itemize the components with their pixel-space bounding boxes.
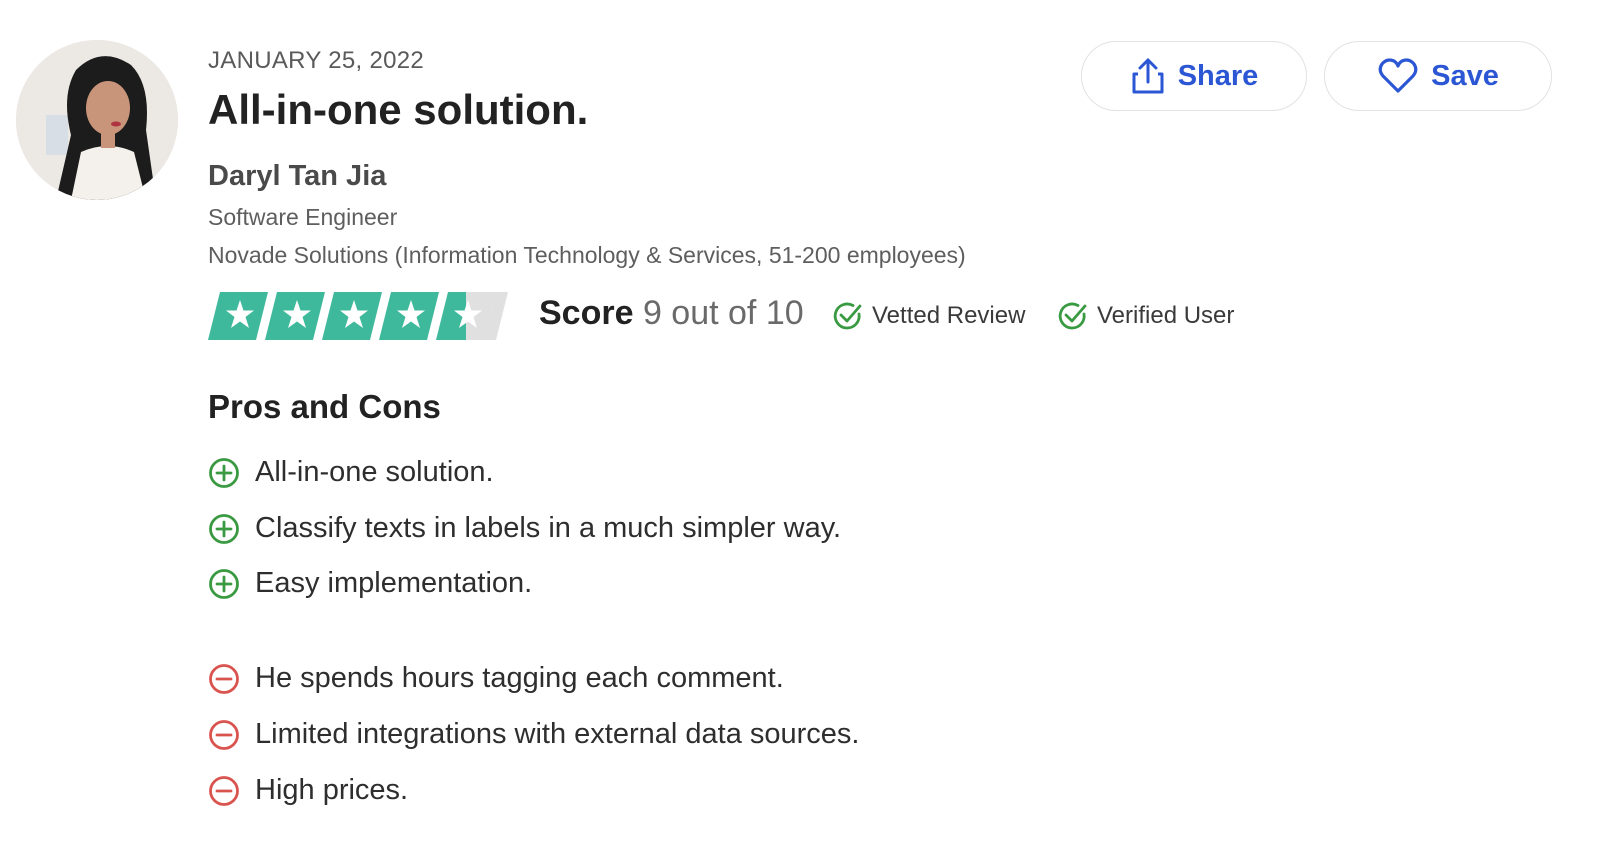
minus-circle-icon	[209, 775, 239, 806]
minus-circle-icon	[209, 719, 239, 750]
star-icon	[379, 292, 439, 340]
reviewer-avatar	[16, 40, 178, 200]
con-item: Limited integrations with external data …	[208, 718, 859, 751]
review-date: JANUARY 25, 2022	[208, 47, 425, 74]
reviewer-role: Software Engineer	[208, 204, 398, 230]
score-label: Score	[539, 294, 634, 332]
share-button[interactable]: Share	[1081, 41, 1307, 111]
plus-circle-icon	[209, 457, 239, 488]
star-icon	[208, 292, 268, 340]
score-value: 9 out of 10	[642, 294, 804, 332]
avatar-image	[16, 40, 178, 200]
share-icon	[1132, 58, 1164, 94]
vetted-review-badge[interactable]: Vetted Review	[832, 300, 1025, 332]
pro-item: All-in-one solution.	[208, 456, 494, 489]
con-text: He spends hours tagging each comment.	[255, 662, 784, 694]
check-circle-icon	[833, 302, 862, 330]
con-item: He spends hours tagging each comment.	[208, 662, 784, 695]
plus-circle-icon	[209, 568, 239, 599]
pro-text: All-in-one solution.	[255, 456, 494, 488]
pro-item: Easy implementation.	[208, 567, 532, 600]
star-icon	[265, 292, 325, 340]
pro-text: Easy implementation.	[255, 567, 533, 599]
con-text: Limited integrations with external data …	[255, 718, 860, 750]
pros-cons-heading: Pros and Cons	[208, 388, 441, 425]
pro-item: Classify texts in labels in a much simpl…	[208, 512, 841, 545]
share-label: Share	[1177, 59, 1259, 92]
star-icon-half	[436, 292, 508, 340]
vetted-review-label: Vetted Review	[872, 302, 1026, 329]
review-score: Score 9 out of 10	[539, 294, 804, 333]
con-text: High prices.	[255, 774, 409, 806]
plus-circle-icon	[209, 513, 239, 544]
save-label: Save	[1431, 59, 1499, 92]
verified-user-label: Verified User	[1097, 302, 1235, 329]
star-icon	[322, 292, 382, 340]
verified-user-badge[interactable]: Verified User	[1057, 300, 1234, 332]
check-circle-icon	[1058, 302, 1087, 330]
reviewer-company: Novade Solutions (Information Technology…	[208, 242, 966, 268]
con-item: High prices.	[208, 774, 408, 807]
star-rating	[208, 292, 508, 340]
save-button[interactable]: Save	[1324, 41, 1552, 111]
heart-icon	[1378, 58, 1418, 93]
reviewer-name[interactable]: Daryl Tan Jia	[208, 160, 386, 193]
pro-text: Classify texts in labels in a much simpl…	[255, 512, 842, 544]
minus-circle-icon	[209, 663, 239, 694]
review-title: All-in-one solution.	[208, 86, 589, 133]
